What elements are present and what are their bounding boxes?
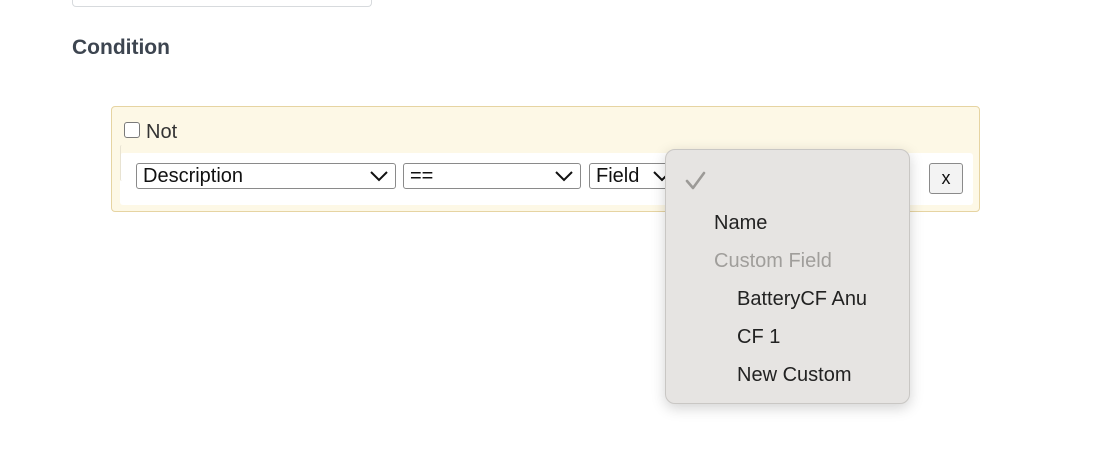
menu-item-batterycf-anu[interactable]: BatteryCF Anu xyxy=(737,288,867,311)
chevron-down-icon xyxy=(555,171,573,182)
operator-select-value: == xyxy=(410,165,434,187)
not-toggle[interactable]: Not xyxy=(124,121,177,144)
checkmark-icon xyxy=(685,171,706,190)
menu-group-custom-field: Custom Field xyxy=(714,250,832,272)
field-options-menu: Name Custom Field BatteryCF Anu CF 1 New… xyxy=(665,149,910,404)
menu-item-new-custom[interactable]: New Custom xyxy=(737,364,851,387)
previous-input-field[interactable] xyxy=(72,0,372,7)
field-select[interactable]: Description xyxy=(136,163,396,189)
remove-condition-button[interactable]: x xyxy=(929,163,963,194)
field-select-value: Description xyxy=(143,165,244,187)
menu-item-name[interactable]: Name xyxy=(714,212,767,235)
menu-item-cf-1[interactable]: CF 1 xyxy=(737,326,780,349)
chevron-down-icon xyxy=(370,171,388,182)
operator-select[interactable]: == xyxy=(403,163,581,189)
not-checkbox[interactable] xyxy=(124,121,140,138)
compare-type-select-value: Field xyxy=(596,165,640,187)
section-title: Condition xyxy=(72,36,170,59)
not-label: Not xyxy=(146,121,178,143)
